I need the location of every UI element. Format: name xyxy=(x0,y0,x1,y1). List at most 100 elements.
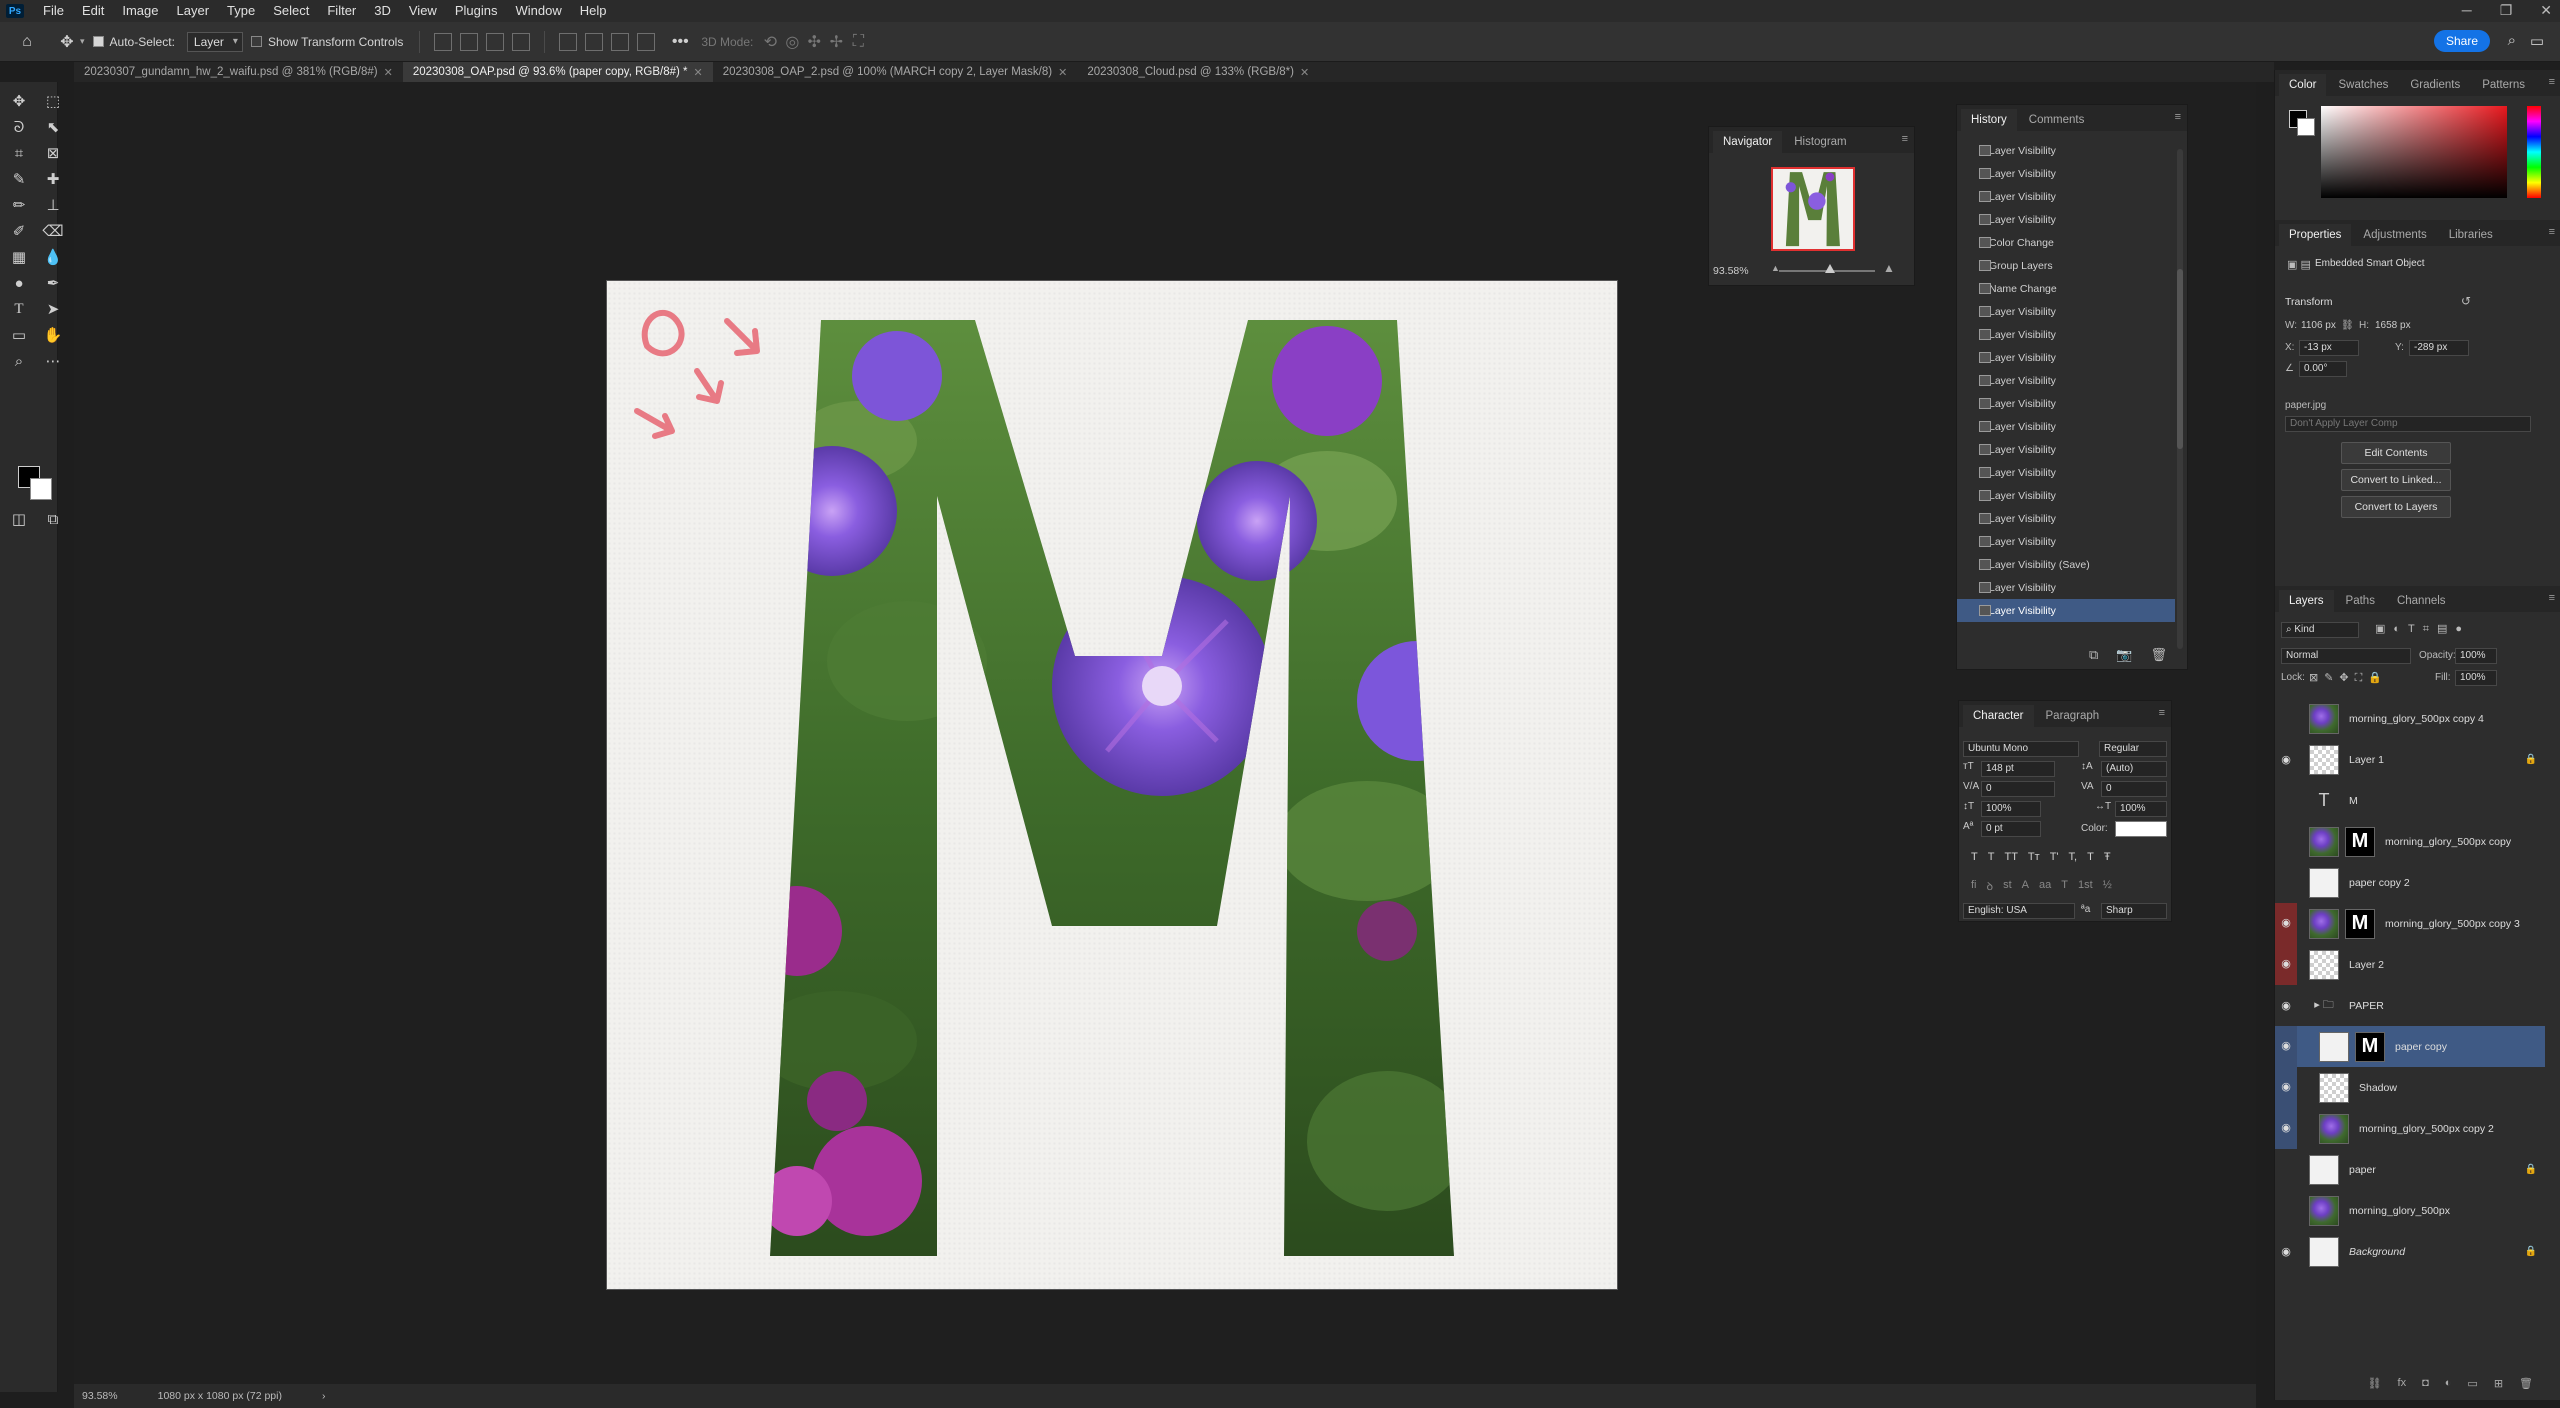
link-icon[interactable]: ⛓ xyxy=(2341,320,2354,331)
frame-tool-icon[interactable]: ⊠ xyxy=(42,142,64,164)
align-top-icon[interactable] xyxy=(559,32,578,51)
panel-menu-icon[interactable]: ≡ xyxy=(2549,226,2555,238)
tab-gradients[interactable]: Gradients xyxy=(2400,74,2470,96)
edit-contents-button[interactable]: Edit Contents xyxy=(2341,442,2451,464)
new-layer-icon[interactable]: ⊞ xyxy=(2494,1377,2503,1390)
layer-name[interactable]: morning_glory_500px copy xyxy=(2385,836,2511,848)
navigator-zoom[interactable]: 93.58% xyxy=(1713,265,1749,277)
history-state[interactable]: Layer Visibility xyxy=(1957,438,2175,461)
layer-name[interactable]: paper copy xyxy=(2395,1041,2447,1053)
path-select-tool-icon[interactable]: ➤ xyxy=(42,298,64,320)
layer-row[interactable]: ◉ Shadow xyxy=(2275,1067,2545,1108)
tab-document[interactable]: 20230307_gundamn_hw_2_waifu.psd @ 381% (… xyxy=(74,62,403,82)
tab-libraries[interactable]: Libraries xyxy=(2439,224,2503,246)
font-style-select[interactable]: Regular xyxy=(2099,741,2167,757)
history-state[interactable]: Layer Visibility xyxy=(1957,185,2175,208)
eraser-tool-icon[interactable]: ⌫ xyxy=(42,220,64,242)
align-bottom-icon[interactable] xyxy=(611,32,630,51)
history-state[interactable]: Layer Visibility xyxy=(1957,208,2175,231)
3d-slide-icon[interactable]: ✢ xyxy=(825,31,847,53)
layer-name[interactable]: morning_glory_500px copy 3 xyxy=(2385,918,2520,930)
tab-color[interactable]: Color xyxy=(2279,74,2327,96)
layer-name[interactable]: morning_glory_500px xyxy=(2349,1205,2450,1217)
show-transform-checkbox[interactable] xyxy=(250,36,262,47)
layer-row[interactable]: ◉ morning_glory_500px copy 2 xyxy=(2275,1108,2545,1149)
baseline-shift-field[interactable]: 0 pt xyxy=(1981,821,2041,837)
history-state[interactable]: Layer Visibility xyxy=(1957,392,2175,415)
layer-row[interactable]: paper copy 2 xyxy=(2275,862,2545,903)
new-group-icon[interactable]: ▭ xyxy=(2467,1377,2477,1390)
antialias-select[interactable]: Sharp xyxy=(2101,903,2167,919)
menu-select[interactable]: Select xyxy=(264,0,318,22)
move-tool-icon[interactable]: ✥ xyxy=(56,31,78,53)
blend-mode-select[interactable]: Normal xyxy=(2281,648,2411,664)
opacity-field[interactable]: 100% xyxy=(2455,648,2497,664)
zoom-in-icon[interactable]: ▲ xyxy=(1883,261,1895,275)
tab-character[interactable]: Character xyxy=(1963,705,2034,727)
font-family-select[interactable]: Ubuntu Mono xyxy=(1963,741,2079,757)
shape-tool-icon[interactable]: ▭ xyxy=(8,324,30,346)
lasso-tool-icon[interactable]: ᘐ xyxy=(8,116,30,138)
swash-icon[interactable]: st xyxy=(2003,879,2012,894)
move-tool-icon[interactable]: ✥ xyxy=(8,90,30,112)
history-state[interactable]: Name Change xyxy=(1957,277,2175,300)
align-right-icon[interactable] xyxy=(486,32,505,51)
stamp-tool-icon[interactable]: ⊥ xyxy=(42,194,64,216)
layer-thumbnail[interactable] xyxy=(2309,1154,2339,1185)
zoom-slider-knob[interactable] xyxy=(1825,264,1835,273)
small-caps-icon[interactable]: Tт xyxy=(2028,851,2040,863)
layer-row[interactable]: ◉ Mpaper copy xyxy=(2275,1026,2545,1067)
layer-row[interactable]: ◉ ▸ 🗀 PAPER xyxy=(2275,985,2545,1026)
new-document-from-state-icon[interactable]: ⧉ xyxy=(2089,647,2098,663)
snapshot-icon[interactable]: 📷 xyxy=(2116,647,2132,663)
tab-adjustments[interactable]: Adjustments xyxy=(2353,224,2436,246)
fill-field[interactable]: 100% xyxy=(2455,670,2497,686)
tab-document[interactable]: 20230308_OAP_2.psd @ 100% (MARCH copy 2,… xyxy=(713,62,1078,82)
history-state[interactable]: Layer Visibility xyxy=(1957,415,2175,438)
hand-tool-icon[interactable]: ✋ xyxy=(42,324,64,346)
ordinals-icon[interactable]: T xyxy=(2061,879,2068,894)
close-icon[interactable]: ✕ xyxy=(694,66,703,79)
layer-row[interactable]: ◉ Layer 1 🔒 xyxy=(2275,739,2545,780)
panel-menu-icon[interactable]: ≡ xyxy=(2549,76,2555,88)
layer-thumbnail[interactable] xyxy=(2309,826,2339,857)
layer-row[interactable]: morning_glory_500px xyxy=(2275,1190,2545,1231)
menu-type[interactable]: Type xyxy=(218,0,264,22)
layer-name[interactable]: paper xyxy=(2349,1164,2376,1176)
close-icon[interactable]: ✕ xyxy=(1058,66,1067,79)
3d-pan-icon[interactable]: ✣ xyxy=(803,31,825,53)
layer-thumbnail[interactable] xyxy=(2319,1031,2349,1062)
workspace-icon[interactable]: ▭ xyxy=(2530,32,2544,50)
share-button[interactable]: Share xyxy=(2433,30,2490,52)
type-tool-icon[interactable]: T xyxy=(8,298,30,320)
visibility-eye-icon[interactable]: ◉ xyxy=(2275,1067,2297,1108)
menu-help[interactable]: Help xyxy=(571,0,616,22)
history-state[interactable]: Layer Visibility (Save) xyxy=(1957,553,2175,576)
layer-thumbnail[interactable]: T xyxy=(2309,786,2339,816)
home-icon[interactable]: ⌂ xyxy=(16,31,38,53)
scrollbar-thumb[interactable] xyxy=(2177,269,2183,449)
layer-name[interactable]: Layer 1 xyxy=(2349,754,2384,766)
trash-icon[interactable]: 🗑 xyxy=(2150,647,2167,663)
link-layers-icon[interactable]: ⛓ xyxy=(2368,1377,2382,1390)
dodge-tool-icon[interactable]: ● xyxy=(8,272,30,294)
reset-transform-icon[interactable]: ↺ xyxy=(2461,294,2471,308)
text-color-swatch[interactable] xyxy=(2115,821,2167,837)
menu-filter[interactable]: Filter xyxy=(318,0,365,22)
zoom-tool-icon[interactable]: ⌕ xyxy=(8,350,30,372)
horizontal-scale-field[interactable]: 100% xyxy=(2115,801,2167,817)
tab-channels[interactable]: Channels xyxy=(2387,590,2456,612)
layer-filter-select[interactable]: ⌕ Kind xyxy=(2281,622,2359,638)
tab-comments[interactable]: Comments xyxy=(2019,109,2095,131)
panel-menu-icon[interactable]: ≡ xyxy=(2159,707,2165,719)
panel-menu-icon[interactable]: ≡ xyxy=(2549,592,2555,604)
history-state[interactable]: Layer Visibility xyxy=(1957,507,2175,530)
y-position-field[interactable]: -289 px xyxy=(2409,340,2469,356)
discretionary-ligatures-icon[interactable]: ꝺ xyxy=(1987,879,1994,894)
gradient-tool-icon[interactable]: ▦ xyxy=(8,246,30,268)
height-value[interactable]: 1658 px xyxy=(2375,320,2411,331)
layer-thumbnail[interactable] xyxy=(2309,744,2339,775)
tab-document-active[interactable]: 20230308_OAP.psd @ 93.6% (paper copy, RG… xyxy=(402,62,713,82)
layer-name[interactable]: M xyxy=(2349,795,2358,807)
quick-mask-icon[interactable]: ◫ xyxy=(8,508,30,530)
